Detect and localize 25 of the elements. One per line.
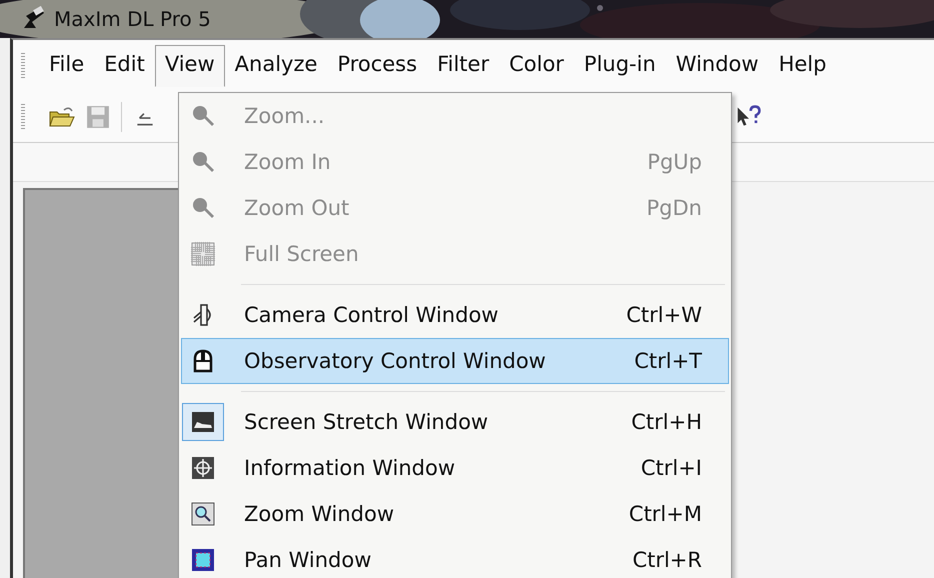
menu-item[interactable]: Zoom Window Ctrl+M: [181, 491, 729, 537]
menu-item[interactable]: Edit: [94, 45, 155, 87]
menu-item[interactable]: Information Window Ctrl+I: [181, 445, 729, 491]
shortcut-text: Ctrl+W: [626, 303, 702, 327]
shortcut-text: PgDn: [646, 196, 702, 220]
shortcut-text: Ctrl+I: [640, 456, 702, 480]
shortcut-text: Ctrl+T: [634, 349, 702, 373]
menu-item[interactable]: File: [39, 45, 94, 87]
menu-item[interactable]: Analyze: [224, 45, 328, 87]
menu-item[interactable]: Observatory Control Window Ctrl+T: [181, 338, 729, 384]
window-title: MaxIm DL Pro 5: [54, 7, 211, 31]
menu-item[interactable]: Window: [666, 45, 769, 87]
menu-item[interactable]: Filter: [427, 45, 500, 87]
menu-item[interactable]: Color: [499, 45, 574, 87]
menu-item[interactable]: Camera Control Window Ctrl+W: [181, 292, 729, 338]
shortcut-text: Ctrl+H: [631, 410, 702, 434]
menu-item[interactable]: Plug-in: [574, 45, 666, 87]
shortcut-text: Ctrl+R: [632, 548, 702, 572]
menu-item[interactable]: Screen Stretch Window Ctrl+H: [181, 399, 729, 445]
menu-item[interactable]: Help: [768, 45, 836, 87]
shortcut-text: Ctrl+M: [628, 502, 702, 526]
menu-item[interactable]: Process: [327, 45, 428, 87]
menu-item[interactable]: View: [154, 45, 225, 87]
shortcut-text: PgUp: [647, 150, 702, 174]
menu-item[interactable]: Pan Window Ctrl+R: [181, 537, 729, 578]
